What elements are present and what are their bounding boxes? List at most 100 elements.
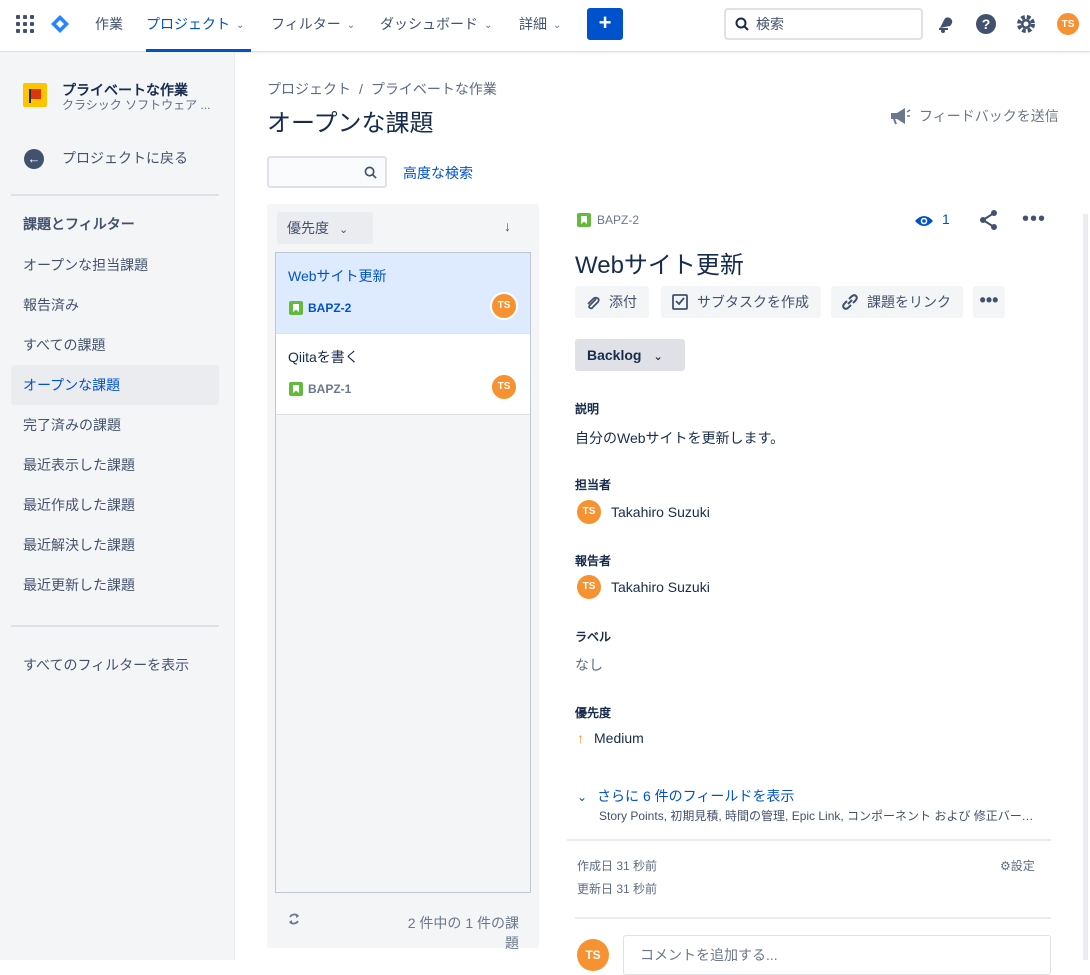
field-label-reporter: 報告者	[575, 554, 612, 568]
help-icon[interactable]: ?	[974, 12, 998, 36]
attach-button[interactable]: 添付	[575, 286, 649, 318]
paperclip-icon	[587, 296, 600, 310]
nav-filters[interactable]: フィルター ⌄	[271, 0, 355, 52]
sidebar-item-updated[interactable]: 最近更新した課題	[11, 565, 219, 605]
settings-link[interactable]: ⚙設定	[1000, 857, 1035, 874]
issue-list-panel: 優先度 ⌄ ↓ Webサイト更新 BAPZ-2 TS Qiitaを書く BAPZ-…	[267, 204, 539, 951]
field-label-description: 説明	[575, 402, 600, 416]
more-actions-icon[interactable]: •••	[1022, 209, 1046, 229]
field-description[interactable]: 自分のWebサイトを更新します。	[575, 428, 784, 448]
more-actions-button[interactable]: •••	[973, 286, 1005, 318]
notifications-icon[interactable]	[934, 12, 958, 36]
comment-input[interactable]	[640, 947, 1040, 963]
search-input[interactable]	[756, 14, 916, 34]
advanced-search-link[interactable]: 高度な検索	[403, 163, 473, 183]
project-type: クラシック ソフトウェア ...	[62, 98, 211, 112]
chevron-down-icon: ⌄	[484, 20, 493, 31]
eye-icon	[915, 216, 933, 226]
jira-logo-icon[interactable]	[51, 15, 69, 33]
divider	[11, 625, 219, 627]
field-label-priority: 優先度	[575, 706, 612, 720]
assignee-avatar: TS	[490, 373, 518, 401]
app-switcher-icon[interactable]	[16, 15, 34, 33]
nav-more[interactable]: 詳細 ⌄	[519, 0, 561, 52]
sidebar-item-open[interactable]: オープンな課題	[11, 365, 219, 405]
reporter-avatar: TS	[577, 575, 601, 599]
nav-dashboards[interactable]: ダッシュボード ⌄	[380, 0, 492, 52]
priority-medium-icon: ↑	[577, 730, 584, 746]
create-subtask-button[interactable]: サブタスクを作成	[661, 286, 821, 318]
sort-by-button[interactable]: 優先度 ⌄	[277, 212, 373, 244]
field-label-assignee: 担当者	[575, 478, 612, 492]
updated-date: 更新日 31 秒前	[577, 882, 658, 896]
chevron-down-icon: ⌄	[553, 20, 562, 31]
issue-card[interactable]: Webサイト更新 BAPZ-2 TS	[276, 253, 530, 334]
detail-issue-key[interactable]: BAPZ-2	[577, 213, 639, 227]
issue-summary: Qiitaを書く	[288, 349, 359, 365]
story-icon	[289, 382, 303, 396]
chevron-down-icon: ⌄	[653, 351, 663, 363]
user-avatar[interactable]: TS	[1056, 12, 1080, 36]
issue-key: BAPZ-2	[308, 301, 352, 315]
page-title: オープンな課題	[267, 110, 434, 137]
comment-box[interactable]	[623, 935, 1051, 975]
breadcrumb-projects[interactable]: プロジェクト	[267, 81, 351, 97]
chevron-down-icon: ⌄	[346, 20, 356, 31]
sidebar-item-reported[interactable]: 報告済み	[11, 285, 219, 325]
chevron-down-icon: ⌄	[236, 20, 245, 31]
field-assignee[interactable]: TS Takahiro Suzuki	[577, 500, 710, 524]
sort-direction-button[interactable]: ↓	[504, 218, 511, 234]
megaphone-icon	[891, 108, 911, 125]
feedback-button[interactable]: フィードバックを送信	[889, 106, 1059, 126]
top-navigation: 作業 プロジェクト⌄ フィルター⌄ ダッシュボード⌄ 詳細⌄ + ? TS	[0, 0, 1090, 52]
status-dropdown[interactable]: Backlog ⌄	[575, 339, 685, 371]
sidebar-item-viewed[interactable]: 最近表示した課題	[11, 445, 219, 485]
share-icon[interactable]	[978, 209, 1000, 234]
sidebar-item-created[interactable]: 最近作成した課題	[11, 485, 219, 525]
assignee-avatar: TS	[577, 500, 601, 524]
sidebar-item-all[interactable]: すべての課題	[11, 325, 219, 365]
watch-button[interactable]: 1	[914, 211, 950, 228]
sidebar-item-my-open[interactable]: オープンな担当課題	[11, 245, 219, 285]
show-more-fields-link[interactable]: ⌄ さらに 6 件のフィールドを表示	[577, 786, 794, 806]
field-label-labels: ラベル	[575, 630, 612, 644]
divider	[567, 839, 1051, 841]
link-issue-button[interactable]: 課題をリンク	[831, 286, 963, 318]
sidebar-item-resolved[interactable]: 最近解決した課題	[11, 525, 219, 565]
story-icon	[289, 301, 303, 315]
created-date: 作成日 31 秒前	[577, 859, 658, 873]
detail-scrollbar[interactable]	[1083, 214, 1088, 960]
issue-search-input[interactable]	[275, 163, 359, 179]
field-reporter[interactable]: TS Takahiro Suzuki	[577, 575, 710, 599]
global-search[interactable]	[724, 8, 923, 40]
chevron-down-icon: ⌄	[577, 790, 588, 804]
more-fields-summary: Story Points, 初期見積, 時間の管理, Epic Link, コン…	[599, 809, 1039, 823]
issue-card[interactable]: Qiitaを書く BAPZ-1 TS	[276, 334, 530, 415]
divider	[575, 917, 1051, 919]
nav-projects[interactable]: プロジェクト ⌄	[146, 0, 251, 52]
nav-work[interactable]: 作業	[95, 0, 123, 52]
breadcrumb-project[interactable]: プライベートな作業	[371, 81, 497, 97]
gear-icon: ⚙	[1000, 859, 1011, 873]
story-icon	[577, 213, 591, 227]
sidebar-section-title: 課題とフィルター	[23, 216, 135, 232]
create-button[interactable]: +	[587, 8, 623, 40]
issue-count: 2 件中の 1 件の課題	[407, 915, 519, 951]
issue-title[interactable]: Webサイト更新	[575, 245, 744, 280]
link-icon	[842, 294, 858, 310]
subtask-icon	[672, 294, 688, 310]
breadcrumb: プロジェクト / プライベートな作業	[267, 81, 497, 97]
refresh-icon[interactable]	[287, 912, 301, 929]
issue-search[interactable]	[267, 156, 387, 188]
project-avatar	[23, 83, 47, 107]
field-labels[interactable]: なし	[575, 655, 603, 675]
back-to-project-link[interactable]: ← プロジェクトに戻る	[24, 146, 188, 170]
issue-key: BAPZ-1	[308, 382, 352, 396]
issue-list: Webサイト更新 BAPZ-2 TS Qiitaを書く BAPZ-1 TS	[275, 252, 531, 893]
field-priority[interactable]: ↑ Medium	[577, 730, 644, 746]
view-all-filters-link[interactable]: すべてのフィルターを表示	[23, 655, 189, 675]
settings-gear-icon[interactable]	[1014, 12, 1038, 36]
divider	[11, 194, 219, 196]
chevron-down-icon: ⌄	[339, 224, 349, 236]
sidebar-item-done[interactable]: 完了済みの課題	[11, 405, 219, 445]
